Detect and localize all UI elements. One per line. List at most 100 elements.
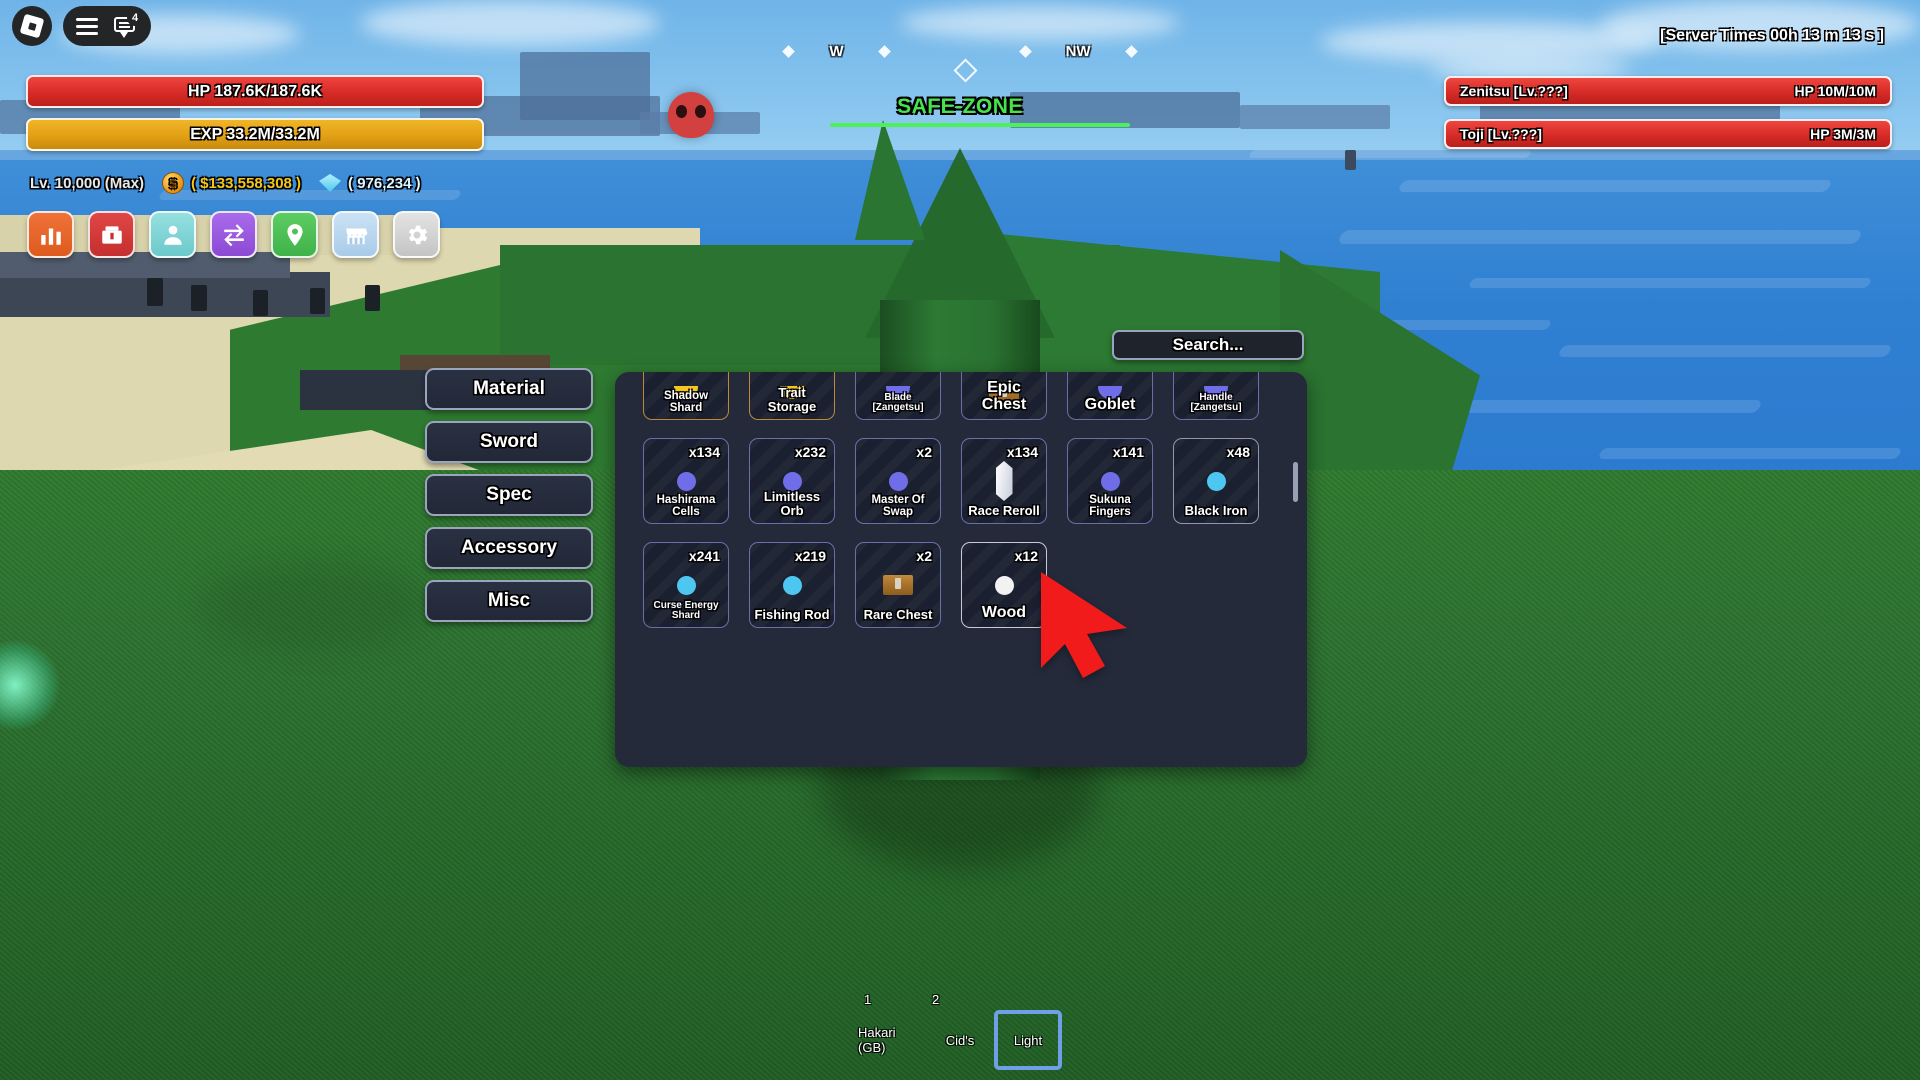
item-name: Rare Chest xyxy=(863,607,933,623)
water-highlight xyxy=(1597,448,1903,459)
category-button-material[interactable]: Material xyxy=(425,368,593,410)
item-icon xyxy=(644,566,728,604)
item-icon xyxy=(750,566,834,604)
player-gems: ( 976,234 ) xyxy=(348,174,421,192)
game-screen: 4 HP 187.6K/187.6K EXP 33.2M/33.2M Lv. 1… xyxy=(0,0,1920,1080)
item-name: Blade [Zangetsu] xyxy=(872,391,924,414)
item-name: Handle [Zangetsu] xyxy=(1190,391,1242,414)
item-name: Wood xyxy=(981,604,1027,622)
inventory-slot[interactable]: x134 Hashirama Cells xyxy=(643,438,729,524)
storefront-icon xyxy=(345,228,367,244)
inventory-slot[interactable]: x232 Limitless Orb xyxy=(749,438,835,524)
npc-figure xyxy=(191,285,207,311)
inventory-slot[interactable]: x141 Sukuna Fingers xyxy=(1067,438,1153,524)
hotbar-slot[interactable]: Light xyxy=(994,1010,1062,1070)
purple-orb-icon xyxy=(1100,471,1120,491)
exp-bar: EXP 33.2M/33.2M xyxy=(26,118,484,151)
item-name: Black Iron xyxy=(1184,503,1248,519)
player-money: ( $133,558,308 ) xyxy=(190,174,302,192)
chest-icon xyxy=(883,575,913,595)
item-count: x2 xyxy=(916,548,932,564)
item-count: x12 xyxy=(1014,548,1038,564)
item-name: Epic Chest xyxy=(981,379,1027,414)
category-button-misc[interactable]: Misc xyxy=(425,580,593,622)
character-button[interactable] xyxy=(149,211,196,258)
water-highlight xyxy=(1248,150,1532,158)
map-button[interactable] xyxy=(271,211,318,258)
stats-button[interactable] xyxy=(27,211,74,258)
compass-tick xyxy=(877,44,891,58)
player-stats-row: Lv. 10,000 (Max) $ ( $133,558,308 ) ( 97… xyxy=(30,172,421,194)
compass-tick xyxy=(1018,44,1032,58)
inventory-slot[interactable]: x48 Black Iron xyxy=(1173,438,1259,524)
inventory-slot[interactable]: x2 Rare Chest xyxy=(855,542,941,628)
category-button-sword[interactable]: Sword xyxy=(425,421,593,463)
inventory-slot[interactable]: Handle [Zangetsu] xyxy=(1173,372,1259,420)
ground-shadow xyxy=(200,560,430,650)
item-count: x232 xyxy=(794,444,826,460)
inventory-slot[interactable]: x134 Race Reroll xyxy=(961,438,1047,524)
inventory-slot[interactable]: x241 Curse Energy Shard xyxy=(643,542,729,628)
category-button-list: Material Sword Spec Accessory Misc xyxy=(425,368,593,622)
enemy-health-bar: Toji [Lv.???] HP 3M/3M xyxy=(1444,119,1892,149)
item-name: Goblet xyxy=(1084,396,1136,414)
gem-icon xyxy=(319,174,342,192)
crystal-icon xyxy=(995,461,1013,501)
inventory-grid: Shadow Shard Trait Storage Blade [Zangetsu… xyxy=(643,372,1279,628)
npc-figure xyxy=(253,290,268,316)
server-time-label: [Server Times 00h 13 m 13 s ] xyxy=(1660,27,1884,44)
compass-tick xyxy=(1124,44,1138,58)
item-count: x2 xyxy=(916,444,932,460)
item-count: x134 xyxy=(688,444,720,460)
item-icon xyxy=(962,461,1046,501)
purple-orb-icon xyxy=(676,471,696,491)
shop-button[interactable] xyxy=(332,211,379,258)
search-input[interactable]: Search... xyxy=(1112,330,1304,360)
inventory-slot[interactable]: x219 Fishing Rod xyxy=(749,542,835,628)
compass-bar: W NW xyxy=(0,36,1920,66)
hamburger-menu-icon[interactable] xyxy=(76,17,98,35)
trade-button[interactable] xyxy=(210,211,257,258)
cyan-orb-icon xyxy=(782,575,802,595)
item-count: x141 xyxy=(1112,444,1144,460)
inventory-button[interactable] xyxy=(88,211,135,258)
cyan-orb-icon xyxy=(1206,471,1226,491)
compass-tick xyxy=(782,44,796,58)
ability-hotbar: 1 Hakari (GB) 2 Cid's Light xyxy=(0,992,1920,1070)
coin-icon: $ xyxy=(161,172,184,194)
hotbar-slot[interactable]: 2 Cid's xyxy=(926,992,994,1070)
npc-figure xyxy=(1345,150,1356,170)
inventory-slot[interactable]: Blade [Zangetsu] xyxy=(855,372,941,420)
npc-figure xyxy=(147,278,163,306)
item-name: Master Of Swap xyxy=(871,493,925,518)
safe-zone-boundary-line xyxy=(830,123,1130,127)
mouse-pointer-arrow-icon xyxy=(1041,572,1127,678)
cyan-orb-icon xyxy=(676,575,696,595)
person-icon xyxy=(163,225,182,245)
enemy-hp: HP 3M/3M xyxy=(1810,126,1876,142)
item-icon xyxy=(1174,462,1258,500)
hotbar-slot[interactable]: 1 Hakari (GB) xyxy=(858,992,926,1070)
rock-platform xyxy=(0,272,330,317)
item-icon xyxy=(856,566,940,604)
inventory-slot[interactable]: Shadow Shard xyxy=(643,372,729,420)
item-name: Shadow Shard xyxy=(663,389,709,414)
inventory-scroll-area[interactable]: Shadow Shard Trait Storage Blade [Zangetsu… xyxy=(615,372,1307,767)
settings-button[interactable] xyxy=(393,211,440,258)
npc-figure xyxy=(365,285,380,311)
map-pin-icon xyxy=(286,223,303,246)
inventory-slot[interactable]: Trait Storage xyxy=(749,372,835,420)
gear-icon xyxy=(408,225,427,244)
chat-bubble-icon[interactable]: 4 xyxy=(114,10,143,38)
item-name: Fishing Rod xyxy=(754,607,830,623)
inventory-scrollbar[interactable] xyxy=(1293,462,1298,502)
compass-mark-w: W xyxy=(829,42,844,60)
purple-orb-icon xyxy=(888,471,908,491)
inventory-slot[interactable]: Epic Chest xyxy=(961,372,1047,420)
inventory-slot[interactable]: x2 Master Of Swap xyxy=(855,438,941,524)
category-button-accessory[interactable]: Accessory xyxy=(425,527,593,569)
item-name: Limitless Orb xyxy=(763,489,821,519)
hotbar-label: Hakari (GB) xyxy=(858,1025,896,1055)
category-button-spec[interactable]: Spec xyxy=(425,474,593,516)
inventory-slot[interactable]: Goblet xyxy=(1067,372,1153,420)
